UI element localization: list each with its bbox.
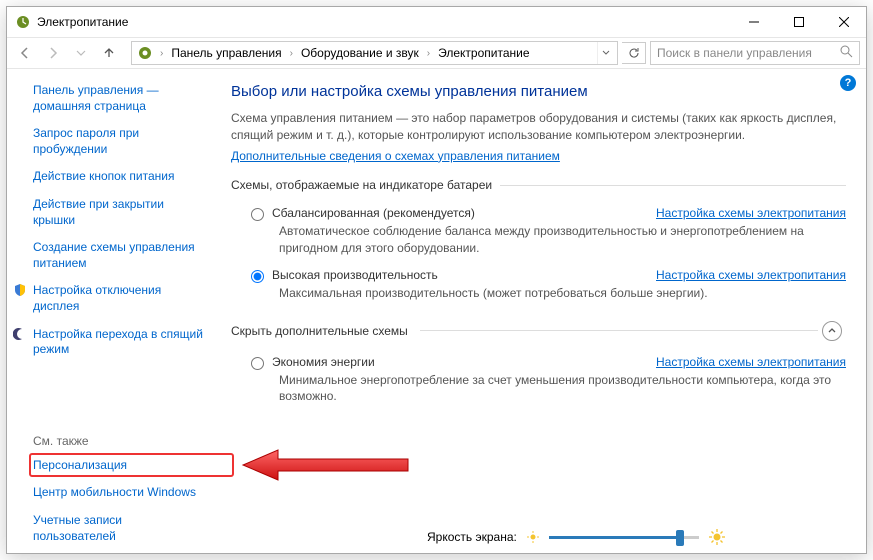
plan-power-saver[interactable]: Экономия энергии Настройка схемы электро… <box>231 351 846 372</box>
sidebar: Панель управления — домашняя страница За… <box>7 69 217 553</box>
plan-high-performance-configure-link[interactable]: Настройка схемы электропитания <box>656 268 846 282</box>
more-info-link[interactable]: Дополнительные сведения о схемах управле… <box>231 149 560 163</box>
maximize-button[interactable] <box>776 7 821 37</box>
sidebar-item-sleep[interactable]: Настройка перехода в спящий режим <box>33 327 207 358</box>
breadcrumb[interactable]: › Панель управления › Оборудование и зву… <box>131 41 618 65</box>
sidebar-item-lid-close[interactable]: Действие при закрытии крышки <box>33 197 207 228</box>
plan-balanced-desc: Автоматическое соблюдение баланса между … <box>231 223 846 263</box>
sidebar-item-home[interactable]: Панель управления — домашняя страница <box>33 83 207 114</box>
shield-icon <box>13 283 27 297</box>
search-input[interactable]: Поиск в панели управления <box>650 41 860 65</box>
nav-back-button[interactable] <box>13 41 37 65</box>
chevron-right-icon: › <box>158 48 165 59</box>
nav-recent-button[interactable] <box>69 41 93 65</box>
breadcrumb-segment[interactable]: Панель управления <box>167 46 285 60</box>
chevron-right-icon: › <box>288 48 295 59</box>
battery-plans-group: Схемы, отображаемые на индикаторе батаре… <box>231 178 846 309</box>
page-heading: Выбор или настройка схемы управления пит… <box>231 83 846 100</box>
plan-power-saver-configure-link[interactable]: Настройка схемы электропитания <box>656 355 846 369</box>
breadcrumb-dropdown-button[interactable] <box>597 42 613 64</box>
sun-dim-icon <box>527 531 539 543</box>
main-panel: Выбор или настройка схемы управления пит… <box>217 69 866 553</box>
plan-balanced-label: Сбалансированная (рекомендуется) <box>272 206 475 220</box>
moon-icon <box>13 327 27 341</box>
plan-balanced[interactable]: Сбалансированная (рекомендуется) Настрой… <box>231 202 846 223</box>
brightness-thumb[interactable] <box>676 530 684 546</box>
chevron-right-icon: › <box>425 48 432 59</box>
nav-up-button[interactable] <box>97 41 121 65</box>
brightness-slider[interactable] <box>549 536 699 539</box>
collapse-button[interactable] <box>822 321 842 341</box>
brightness-label: Яркость экрана: <box>427 530 517 544</box>
sun-bright-icon <box>709 529 725 545</box>
brightness-control: Яркость экрана: <box>427 529 725 545</box>
titlebar: Электропитание <box>7 7 866 37</box>
battery-plans-legend: Схемы, отображаемые на индикаторе батаре… <box>231 178 500 192</box>
breadcrumb-segment[interactable]: Электропитание <box>434 46 533 60</box>
minimize-button[interactable] <box>731 7 776 37</box>
content-area: ? Панель управления — домашняя страница … <box>7 69 866 553</box>
see-also-heading: См. также <box>33 434 207 448</box>
search-icon <box>840 45 853 61</box>
window: Электропитание › Панель управления › Обо… <box>6 6 867 554</box>
window-buttons <box>731 7 866 37</box>
plan-high-performance-desc: Максимальная производительность (может п… <box>231 285 846 309</box>
see-also-mobility-center[interactable]: Центр мобильности Windows <box>33 485 207 501</box>
breadcrumb-segment[interactable]: Оборудование и звук <box>297 46 423 60</box>
app-icon <box>15 14 31 30</box>
sidebar-item-power-buttons[interactable]: Действие кнопок питания <box>33 169 207 185</box>
see-also-user-accounts[interactable]: Учетные записи пользователей <box>33 513 207 544</box>
refresh-button[interactable] <box>622 42 646 64</box>
plan-high-performance-label: Высокая производительность <box>272 268 438 282</box>
plan-high-performance[interactable]: Высокая производительность Настройка схе… <box>231 264 846 285</box>
hide-extra-plans-row[interactable]: Скрыть дополнительные схемы <box>231 321 846 341</box>
see-also-personalization[interactable]: Персонализация <box>33 458 207 474</box>
extra-plans-group: Экономия энергии Настройка схемы электро… <box>231 351 846 412</box>
hide-extra-label: Скрыть дополнительные схемы <box>231 324 416 338</box>
nav-forward-button[interactable] <box>41 41 65 65</box>
window-title: Электропитание <box>37 15 731 29</box>
close-button[interactable] <box>821 7 866 37</box>
sidebar-item-password[interactable]: Запрос пароля при пробуждении <box>33 126 207 157</box>
search-placeholder: Поиск в панели управления <box>657 46 834 60</box>
sidebar-item-display-off[interactable]: Настройка отключения дисплея <box>33 283 207 314</box>
breadcrumb-icon <box>136 44 154 62</box>
plan-power-saver-label: Экономия энергии <box>272 355 375 369</box>
plan-power-saver-radio[interactable] <box>251 357 264 370</box>
page-description: Схема управления питанием — это набор па… <box>231 110 846 144</box>
sidebar-item-create-plan[interactable]: Создание схемы управления питанием <box>33 240 207 271</box>
plan-high-performance-radio[interactable] <box>251 270 264 283</box>
plan-balanced-configure-link[interactable]: Настройка схемы электропитания <box>656 206 846 220</box>
divider <box>420 330 818 331</box>
address-bar: › Панель управления › Оборудование и зву… <box>7 37 866 69</box>
plan-balanced-radio[interactable] <box>251 208 264 221</box>
plan-power-saver-desc: Минимальное энергопотребление за счет ум… <box>231 372 846 412</box>
